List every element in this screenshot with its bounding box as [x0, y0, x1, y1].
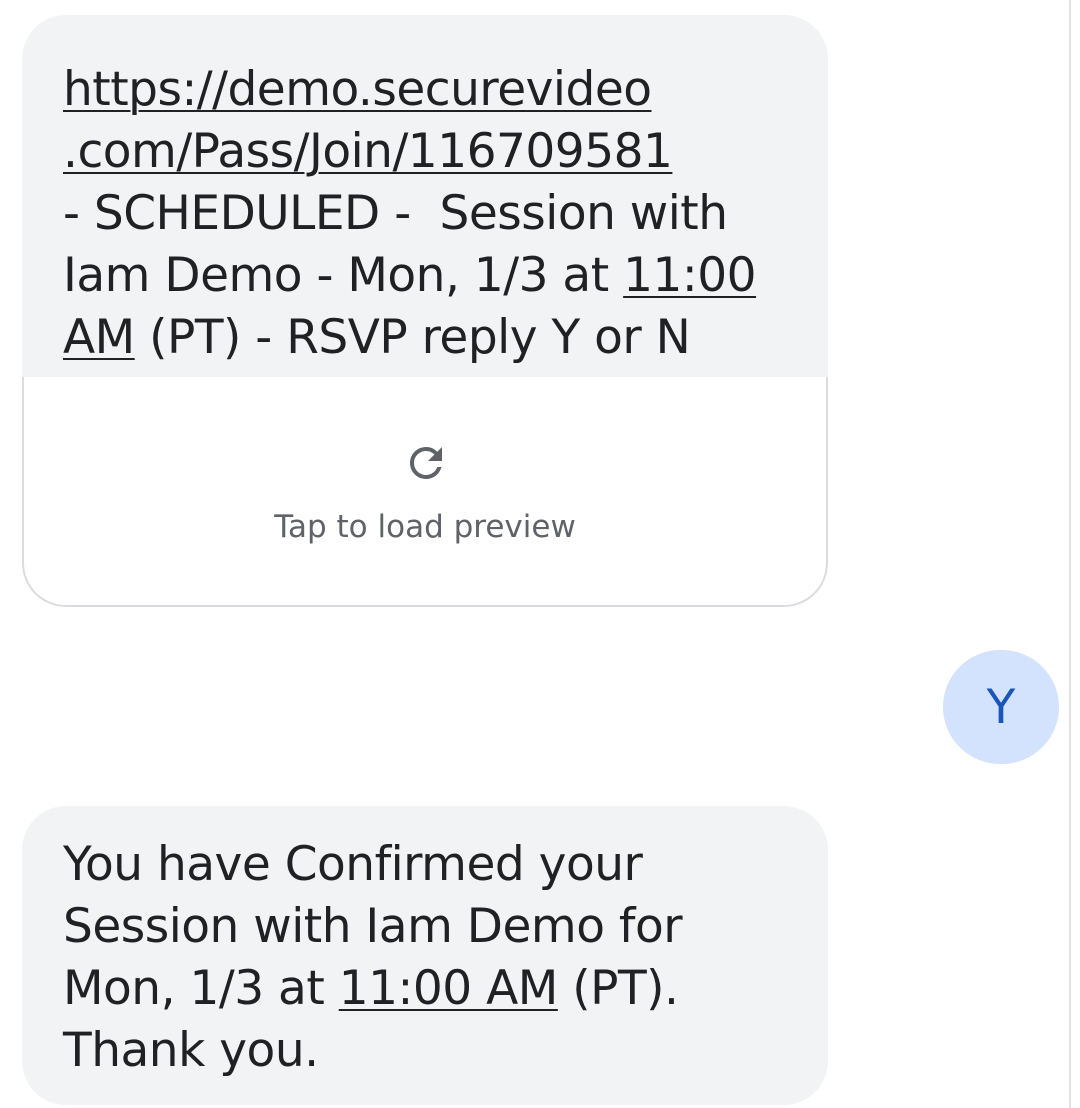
link-preview-card[interactable]: Tap to load preview: [22, 377, 828, 607]
message-text-line: (PT) - RSVP reply Y or N: [134, 310, 691, 365]
refresh-icon: [410, 447, 442, 479]
confirmation-text-line: Thank you.: [63, 1023, 319, 1078]
incoming-message-bubble[interactable]: https://demo.securevideo .com/Pass/Join/…: [22, 15, 828, 607]
confirmation-text-line: Mon, 1/3 at: [63, 961, 339, 1016]
scrollbar-edge: [1069, 0, 1071, 1108]
message-link-part-1[interactable]: https://demo.securevideo: [63, 62, 652, 117]
time-link[interactable]: 11:00 AM: [339, 961, 559, 1016]
confirmation-text-line: Session with Iam Demo for: [63, 899, 683, 954]
time-link-part-2[interactable]: AM: [63, 310, 135, 365]
tap-to-load-preview-label: Tap to load preview: [274, 509, 576, 545]
incoming-confirmation-bubble[interactable]: You have Confirmed your Session with Iam…: [22, 806, 828, 1105]
message-text-line: - SCHEDULED - Session with: [63, 186, 728, 241]
confirmation-text: You have Confirmed your Session with Iam…: [63, 834, 803, 1082]
reply-text: Y: [986, 679, 1016, 735]
message-text-line: Iam Demo - Mon, 1/3 at: [63, 248, 624, 303]
message-text: https://demo.securevideo .com/Pass/Join/…: [63, 59, 803, 369]
time-link-part-1[interactable]: 11:00: [623, 248, 756, 303]
confirmation-text-line: You have Confirmed your: [63, 837, 643, 892]
message-link-part-2[interactable]: .com/Pass/Join/116709581: [63, 124, 673, 179]
confirmation-text-line: (PT).: [557, 961, 679, 1016]
outgoing-message-bubble[interactable]: Y: [943, 650, 1059, 764]
